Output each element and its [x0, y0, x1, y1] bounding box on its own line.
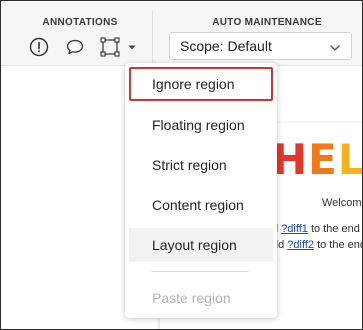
comment-icon[interactable]: [64, 36, 86, 58]
region-select-icon[interactable]: [99, 36, 121, 58]
auto-maintenance-title: AUTO MAINTENANCE: [212, 17, 322, 28]
heading-letter: E: [308, 135, 338, 184]
toolbar: ANNOTATIONS AUTO MAINTENANCE Scope: Defa…: [1, 1, 362, 66]
scope-select-value: Scope: Default: [180, 38, 272, 54]
menu-item-content-region[interactable]: Content region: [129, 188, 273, 222]
chevron-down-icon: [329, 41, 341, 57]
line-suffix: to the end: [314, 239, 363, 251]
region-type-menu: Ignore region Floating region Strict reg…: [125, 63, 277, 318]
preview-heading: HELL: [272, 135, 363, 184]
menu-item-label: Floating region: [152, 117, 245, 133]
scope-select[interactable]: Scope: Default: [169, 32, 352, 60]
menu-divider: [151, 271, 249, 272]
app-window: ANNOTATIONS AUTO MAINTENANCE Scope: Defa…: [0, 0, 363, 330]
line-suffix: to the end: [307, 223, 360, 235]
diff1-link[interactable]: ?diff1: [281, 223, 308, 235]
preview-line-1: d ?diff1 to the end: [272, 223, 360, 235]
preview-line-2: dd ?diff2 to the end: [272, 239, 363, 251]
caret-down-icon[interactable]: [125, 36, 139, 58]
menu-item-layout-region[interactable]: Layout region: [129, 228, 273, 262]
annotations-title: ANNOTATIONS: [42, 17, 118, 28]
menu-item-paste-region: Paste region: [129, 281, 273, 315]
menu-item-label: Ignore region: [152, 76, 235, 92]
menu-item-label: Content region: [152, 197, 244, 213]
diff2-link[interactable]: ?diff2: [287, 239, 314, 251]
menu-item-label: Paste region: [152, 290, 231, 306]
toolbar-divider: [152, 11, 153, 65]
heading-letter: H: [272, 135, 309, 184]
menu-item-label: Strict region: [152, 157, 227, 173]
menu-item-ignore-region[interactable]: Ignore region: [129, 67, 273, 101]
preview-welcome-text: Welcom: [322, 197, 362, 209]
alert-circle-icon[interactable]: [28, 36, 50, 58]
menu-item-floating-region[interactable]: Floating region: [129, 108, 273, 142]
menu-item-label: Layout region: [152, 237, 237, 253]
heading-letter: L: [337, 135, 363, 184]
menu-item-strict-region[interactable]: Strict region: [129, 148, 273, 182]
